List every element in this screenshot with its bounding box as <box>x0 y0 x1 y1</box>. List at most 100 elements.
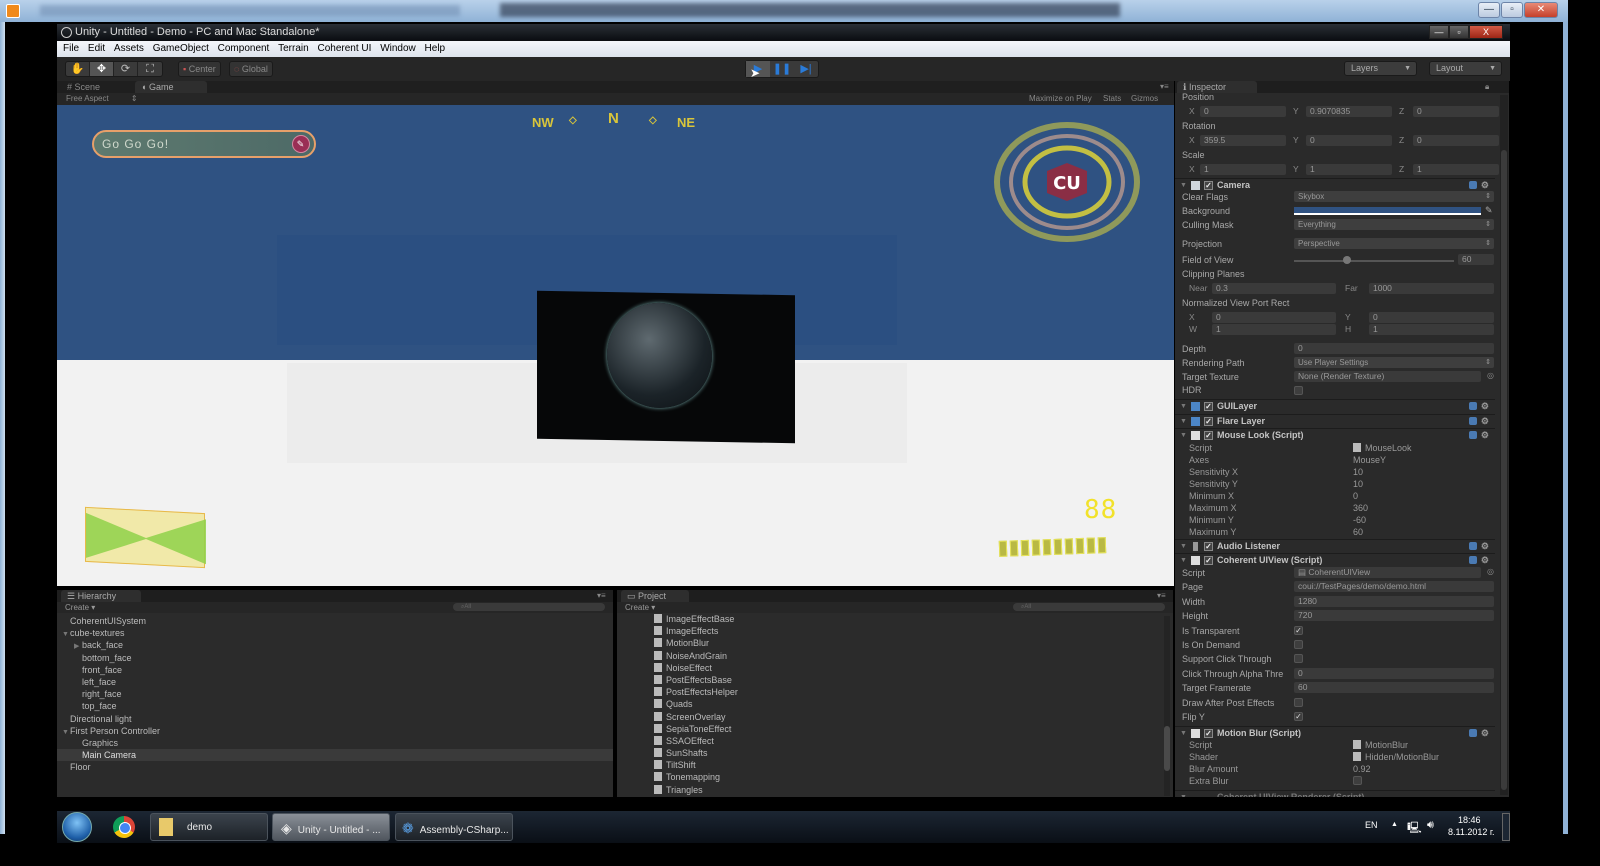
gizmos-dropdown[interactable]: Gizmos <box>1131 93 1158 105</box>
coherent-uiview-enabled-checkbox[interactable]: ✓ <box>1204 556 1213 565</box>
object-picker-icon[interactable]: ◎ <box>1487 371 1494 380</box>
viewport-y-field[interactable]: 0 <box>1369 312 1494 323</box>
taskbar-item-demo[interactable]: demo <box>150 813 268 841</box>
help-icon[interactable] <box>1469 729 1477 737</box>
show-desktop-button[interactable] <box>1502 813 1510 841</box>
camera-enabled-checkbox[interactable]: ✓ <box>1204 181 1213 190</box>
layers-dropdown[interactable]: Layers ▼ <box>1344 61 1417 76</box>
fov-slider-track[interactable] <box>1294 260 1454 262</box>
network-icon[interactable]: 🖳︎ <box>1407 819 1422 838</box>
globe-screen[interactable] <box>537 290 795 444</box>
extra-blur-checkbox[interactable] <box>1353 776 1362 785</box>
project-file-item[interactable]: MotionBlur <box>654 637 738 649</box>
cv-framerate-field[interactable]: 60 <box>1294 682 1494 693</box>
project-file-item[interactable]: Quads <box>654 698 738 710</box>
hierarchy-item[interactable]: front_face <box>57 664 613 676</box>
menu-component[interactable]: Component <box>218 41 270 57</box>
audio-listener-component-header[interactable]: ▼ ✓ Audio Listener ⚙ <box>1175 539 1495 552</box>
hierarchy-item[interactable]: Graphics <box>57 737 613 749</box>
pivot-center-button[interactable]: ▪ Center <box>178 61 221 77</box>
aspect-dropdown[interactable]: Free Aspect ⇕ <box>66 93 138 105</box>
panel-menu-icon[interactable]: ▾≡ <box>1160 82 1169 91</box>
project-file-item[interactable]: NoiseEffect <box>654 662 738 674</box>
viewport-h-field[interactable]: 1 <box>1369 324 1494 335</box>
mouse-look-enabled-checkbox[interactable]: ✓ <box>1204 431 1213 440</box>
project-file-item[interactable]: ScreenOverlay <box>654 711 738 723</box>
project-file-item[interactable]: SunShafts <box>654 747 738 759</box>
volume-icon[interactable]: 🔊︎ <box>1427 819 1434 832</box>
rotation-y-field[interactable]: 0 <box>1306 135 1392 146</box>
help-icon[interactable] <box>1469 542 1477 550</box>
mouse-look-field-value[interactable]: 0 <box>1353 490 1358 502</box>
help-icon[interactable] <box>1469 181 1477 189</box>
hierarchy-item[interactable]: ▼cube-textures <box>57 627 613 639</box>
scroll-thumb[interactable] <box>1164 726 1170 771</box>
clear-flags-dropdown[interactable]: Skybox <box>1294 191 1494 202</box>
collapse-arrow-icon[interactable]: ▼ <box>1180 791 1187 797</box>
tab-hierarchy[interactable]: ☰ Hierarchy <box>61 590 141 602</box>
cv-alpha-field[interactable]: 0 <box>1294 668 1494 679</box>
outer-maximize-button[interactable]: ▫ <box>1501 2 1523 18</box>
start-button[interactable] <box>62 812 92 842</box>
pivot-global-button[interactable]: ◌ Global <box>229 61 273 77</box>
menu-window[interactable]: Window <box>380 41 416 57</box>
clock-date[interactable]: 8.11.2012 г. <box>1448 827 1495 837</box>
mouse-look-component-header[interactable]: ▼ ✓ Mouse Look (Script) ⚙ <box>1175 428 1495 441</box>
near-field[interactable]: 0.3 <box>1212 283 1336 294</box>
collapse-arrow-icon[interactable]: ▼ <box>1180 727 1187 740</box>
collapse-arrow-icon[interactable]: ▼ <box>1180 554 1187 567</box>
hand-icon[interactable]: ✋ <box>66 62 90 76</box>
hierarchy-item[interactable]: ▶ back_face <box>57 639 613 651</box>
project-file-item[interactable]: SSAOEffect <box>654 735 738 747</box>
language-indicator[interactable]: EN <box>1365 820 1378 830</box>
outer-close-button[interactable]: ✕ <box>1524 2 1558 18</box>
target-texture-field[interactable]: None (Render Texture) <box>1294 371 1481 382</box>
collapse-arrow-icon[interactable]: ▼ <box>1180 415 1187 428</box>
hierarchy-item[interactable]: Floor <box>57 761 613 773</box>
background-color-field[interactable] <box>1294 207 1481 215</box>
close-button[interactable]: X <box>1469 25 1503 39</box>
inspector-scrollbar[interactable] <box>1500 95 1508 795</box>
cv-page-field[interactable]: coui://TestPages/demo/demo.html <box>1294 581 1494 592</box>
maximize-on-play-toggle[interactable]: Maximize on Play <box>1029 93 1092 105</box>
chrome-icon[interactable] <box>113 816 135 838</box>
tab-scene[interactable]: # Scene <box>61 81 131 93</box>
flare-layer-enabled-checkbox[interactable]: ✓ <box>1204 417 1213 426</box>
gear-icon[interactable]: ⚙ <box>1481 415 1489 428</box>
menu-coherent-ui[interactable]: Coherent UI <box>317 41 371 57</box>
rotation-x-field[interactable]: 359.5 <box>1200 135 1286 146</box>
taskbar-item-assembly[interactable]: ❁ Assembly-CSharp... <box>395 813 513 841</box>
camera-component-header[interactable]: ▼ ✓ Camera ⚙ <box>1175 178 1495 191</box>
project-file-item[interactable]: TiltShift <box>654 759 738 771</box>
move-icon[interactable]: ✥ <box>90 62 114 76</box>
project-file-item[interactable]: NoiseAndGrain <box>654 650 738 662</box>
hdr-checkbox[interactable] <box>1294 386 1303 395</box>
cv-draw-after-checkbox[interactable] <box>1294 698 1303 707</box>
scroll-thumb[interactable] <box>1501 150 1507 790</box>
menu-assets[interactable]: Assets <box>114 41 144 57</box>
eyedropper-icon[interactable]: ✎ <box>1485 205 1493 216</box>
expand-arrow-icon[interactable]: ▼ <box>62 629 70 641</box>
menu-file[interactable]: File <box>63 41 79 57</box>
taskbar-item-unity[interactable]: ◈ Unity - Untitled - ... <box>272 813 390 841</box>
motion-blur-enabled-checkbox[interactable]: ✓ <box>1204 729 1213 738</box>
motion-blur-field-value[interactable]: Hidden/MotionBlur <box>1353 751 1439 763</box>
project-file-item[interactable]: PostEffectsHelper <box>654 686 738 698</box>
project-search-input[interactable]: ⌕All <box>1013 603 1165 611</box>
project-file-item[interactable]: SepiaToneEffect <box>654 723 738 735</box>
hierarchy-item[interactable]: bottom_face <box>57 652 613 664</box>
help-icon[interactable] <box>1469 431 1477 439</box>
tab-project[interactable]: ▭ Project <box>621 590 689 602</box>
project-file-item[interactable]: ImageEffectBase <box>654 613 738 625</box>
help-icon[interactable] <box>1469 556 1477 564</box>
hierarchy-item[interactable]: Directional light <box>57 713 613 725</box>
hierarchy-item[interactable]: Main Camera <box>57 749 613 762</box>
mouse-look-field-value[interactable]: 360 <box>1353 502 1368 514</box>
hierarchy-item[interactable]: ▼First Person Controller <box>57 725 613 737</box>
motion-blur-field-value[interactable]: MotionBlur <box>1353 739 1408 751</box>
hierarchy-item[interactable]: right_face <box>57 688 613 700</box>
projection-dropdown[interactable]: Perspective <box>1294 238 1494 249</box>
project-file-item[interactable]: Triangles <box>654 784 738 796</box>
gear-icon[interactable]: ⚙ <box>1481 400 1489 413</box>
collapse-arrow-icon[interactable]: ▼ <box>1180 429 1187 442</box>
